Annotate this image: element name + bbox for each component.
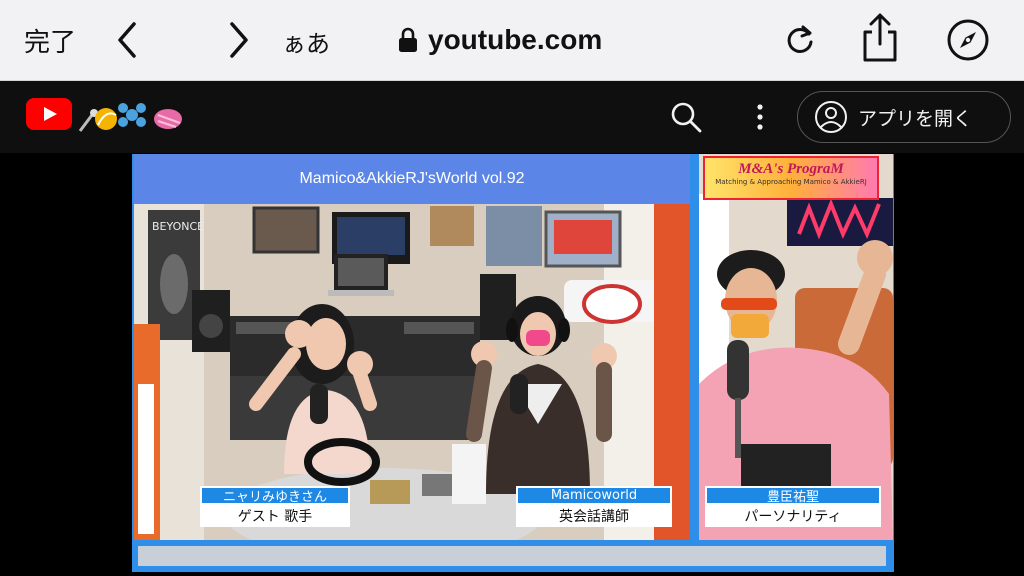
reload-icon[interactable] [782,22,818,58]
video-frame[interactable]: Mamico&AkkieRJ'sWorld vol.92 BEYONCE ニャリ… [132,154,894,572]
search-icon[interactable] [668,99,704,135]
host-name-tag: Mamicoworld 英会話講師 [516,486,672,527]
personality-name-tag: 豊臣祐聖 パーソナリティ [705,486,881,527]
program-title: M&A's PrograM [738,161,844,177]
host-name: Mamicoworld [516,486,672,505]
personality-name: 豊臣祐聖 [705,486,881,505]
program-subtitle: Matching & Approaching Mamico & AkkieRJ [715,178,867,186]
more-vertical-icon[interactable] [748,99,772,135]
guest-name: ニャリみゆきさん [200,486,350,505]
text-size-button[interactable]: ぁあ [282,24,330,59]
side-camera-pane: M&A's PrograM Matching & Approaching Mam… [696,154,893,540]
guest-role: ゲスト 歌手 [200,505,350,527]
main-camera-pane: Mamico&AkkieRJ'sWorld vol.92 BEYONCE ニャリ… [134,154,690,540]
show-title: Mamico&AkkieRJ'sWorld vol.92 [134,154,690,204]
poster-text: BEYONCE [152,220,204,233]
share-icon[interactable] [858,12,902,64]
youtube-logo-icon[interactable] [26,98,72,130]
url-text: youtube.com [428,24,603,55]
open-app-button[interactable]: アプリを開く [797,91,1011,143]
guest-name-tag: ニャリみゆきさん ゲスト 歌手 [200,486,350,527]
host-role: 英会話講師 [516,505,672,527]
program-banner: M&A's PrograM Matching & Approaching Mam… [703,156,879,200]
chevron-right-icon[interactable] [222,20,254,60]
account-icon [815,101,847,133]
video-bottom-strip [138,546,886,566]
studio-scene: BEYONCE ニャリみゆきさん ゲスト 歌手 Mamicoworld 英会話講… [134,204,690,540]
video-player[interactable]: Mamico&AkkieRJ'sWorld vol.92 BEYONCE ニャリ… [0,154,1024,576]
open-app-label: アプリを開く [858,107,973,130]
address-bar[interactable]: youtube.com [398,22,602,58]
chevron-left-icon[interactable] [112,20,144,60]
done-button[interactable]: 完了 [24,22,76,59]
safari-toolbar: 完了 ぁあ youtube.com [0,0,1024,81]
compass-icon[interactable] [946,18,990,62]
side-scene-illustration [699,154,893,540]
lock-icon [399,27,417,52]
youtube-doodle-icon[interactable] [76,97,186,133]
personality-role: パーソナリティ [705,505,881,527]
youtube-header: アプリを開く [0,81,1024,153]
